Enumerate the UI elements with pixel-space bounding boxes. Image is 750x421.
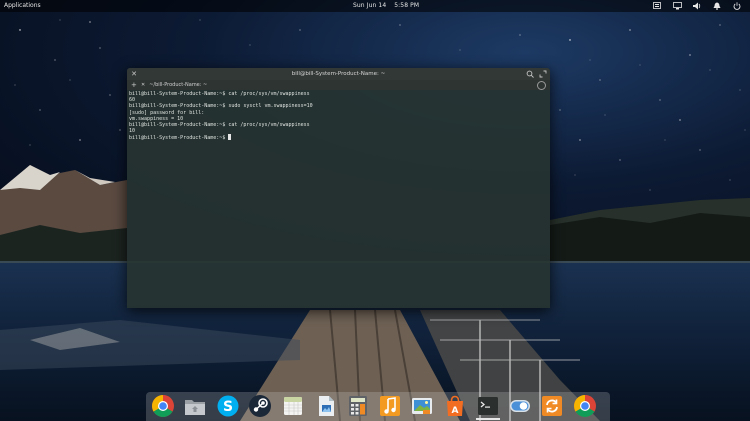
skype-icon[interactable]: S (216, 394, 240, 418)
clock-time: 5:58 PM (394, 2, 420, 9)
files-icon[interactable] (183, 394, 207, 418)
chrome-icon[interactable] (573, 394, 597, 418)
maximize-icon[interactable] (538, 69, 548, 79)
tab-home[interactable]: ✕ ~/bill-Product-Name: ~ (141, 82, 207, 88)
steam-icon[interactable] (248, 394, 272, 418)
settings-toggle-icon[interactable] (508, 394, 532, 418)
clock[interactable]: Sun Jun 14 5:58 PM (353, 2, 419, 9)
terminal-titlebar[interactable]: ✕ bill@bill-System-Product-Name: ~ (127, 68, 550, 80)
tab-history-icon[interactable] (537, 81, 546, 90)
software-center-icon[interactable]: A (443, 394, 467, 418)
top-panel: Applications Sun Jun 14 5:58 PM (0, 0, 750, 12)
dock: S A (146, 392, 610, 421)
terminal-prompt-line: bill@bill-System-Product-Name:~$ (129, 134, 548, 141)
new-tab-button[interactable]: + (131, 81, 137, 89)
music-icon[interactable] (378, 394, 402, 418)
chrome-icon[interactable] (151, 394, 175, 418)
terminal-output[interactable]: bill@bill-System-Product-Name:~$ cat /pr… (127, 90, 550, 142)
terminal-prompt: bill@bill-System-Product-Name:~$ (129, 135, 229, 142)
keyboard-layout-icon[interactable] (652, 1, 662, 10)
calendar-icon[interactable] (281, 394, 305, 418)
applications-menu[interactable]: Applications (4, 2, 41, 9)
network-icon[interactable] (672, 1, 682, 10)
system-indicators (652, 1, 742, 10)
document-viewer-icon[interactable] (314, 394, 338, 418)
notifications-icon[interactable] (712, 1, 722, 10)
svg-text:A: A (452, 406, 459, 416)
search-icon[interactable] (525, 69, 535, 79)
terminal-window[interactable]: ✕ bill@bill-System-Product-Name: ~ + ✕ ~… (127, 68, 550, 308)
terminal-icon[interactable] (476, 394, 500, 418)
running-indicator (476, 418, 500, 420)
tab-bar: + ✕ ~/bill-Product-Name: ~ (127, 80, 550, 90)
svg-text:S: S (223, 399, 233, 415)
clock-date: Sun Jun 14 (353, 2, 387, 9)
tab-label: ~/bill-Product-Name: ~ (149, 82, 208, 88)
power-icon[interactable] (732, 1, 742, 10)
window-title: bill@bill-System-Product-Name: ~ (291, 71, 386, 77)
calculator-icon[interactable] (346, 394, 370, 418)
update-icon[interactable] (540, 394, 564, 418)
close-tab-icon[interactable]: ✕ (141, 82, 145, 88)
text-cursor (228, 134, 232, 141)
volume-icon[interactable] (692, 1, 702, 10)
photos-icon[interactable] (410, 394, 434, 418)
